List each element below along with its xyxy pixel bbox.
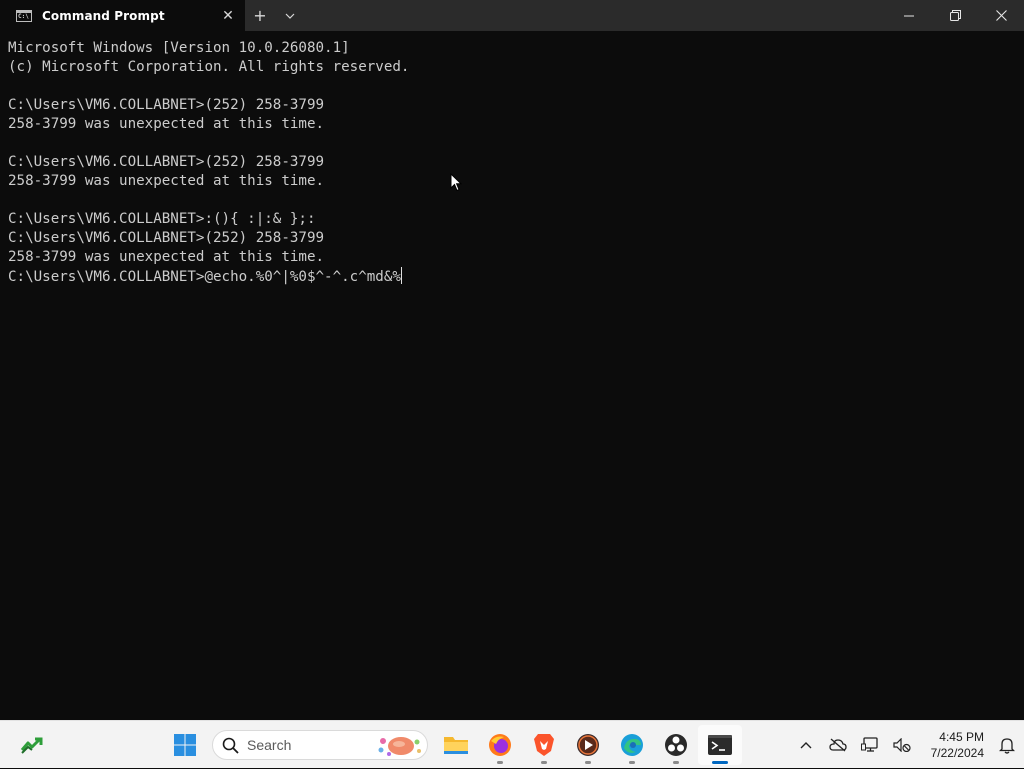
console-output[interactable]: Microsoft Windows [Version 10.0.26080.1]… bbox=[0, 31, 1024, 720]
close-window-button[interactable] bbox=[978, 0, 1024, 31]
console-line: C:\Users\VM6.COLLABNET>(252) 258-3799 bbox=[8, 154, 325, 170]
minimize-button[interactable] bbox=[886, 0, 932, 31]
restore-button[interactable] bbox=[932, 0, 978, 31]
console-line: C:\Users\VM6.COLLABNET>(252) 258-3799 bbox=[8, 97, 325, 113]
console-line: Microsoft Windows [Version 10.0.26080.1] bbox=[8, 40, 350, 56]
obs-icon bbox=[665, 734, 687, 756]
console-line: C:\Users\VM6.COLLABNET>:(){ :|:& };: bbox=[8, 211, 316, 227]
taskbar-app-file-explorer[interactable] bbox=[434, 721, 478, 769]
speaker-muted-icon bbox=[893, 738, 911, 752]
clock[interactable]: 4:45 PM 7/22/2024 bbox=[918, 729, 990, 761]
console-line: C:\Users\VM6.COLLABNET>(252) 258-3799 bbox=[8, 230, 325, 246]
brave-lion-icon bbox=[534, 734, 554, 756]
bell-icon bbox=[999, 737, 1015, 754]
onedrive-button[interactable] bbox=[822, 721, 854, 769]
cmd-icon bbox=[16, 9, 32, 22]
taskbar-search-box[interactable]: Search bbox=[212, 730, 428, 760]
console-line: 258-3799 was unexpected at this time. bbox=[8, 249, 325, 265]
running-indicator bbox=[541, 761, 547, 764]
taskbar-app-firefox[interactable] bbox=[478, 721, 522, 769]
running-indicator bbox=[585, 761, 591, 764]
close-tab-icon[interactable]: ✕ bbox=[213, 0, 243, 31]
start-button[interactable] bbox=[166, 725, 204, 765]
notifications-button[interactable] bbox=[990, 721, 1024, 769]
firefox-icon bbox=[489, 734, 511, 756]
running-indicator bbox=[629, 761, 635, 764]
taskbar-app-edge[interactable] bbox=[610, 721, 654, 769]
taskbar-app-terminal[interactable] bbox=[698, 725, 742, 765]
console-line: (c) Microsoft Corporation. All rights re… bbox=[8, 59, 410, 75]
system-tray: 4:45 PM 7/22/2024 bbox=[790, 721, 1024, 769]
folder-icon bbox=[444, 737, 468, 754]
show-hidden-icons-button[interactable] bbox=[790, 721, 822, 769]
chevron-down-icon bbox=[285, 13, 295, 19]
clock-time: 4:45 PM bbox=[939, 730, 984, 744]
widgets-stock-icon[interactable] bbox=[20, 733, 44, 757]
running-indicator bbox=[673, 761, 679, 764]
title-bar: Command Prompt ✕ + bbox=[0, 0, 1024, 31]
search-icon bbox=[222, 737, 239, 754]
cloud-off-icon bbox=[829, 738, 847, 752]
minimize-icon bbox=[904, 15, 914, 16]
network-button[interactable] bbox=[854, 721, 886, 769]
taskbar-app-obs-studio[interactable] bbox=[654, 721, 698, 769]
console-input-line[interactable]: C:\Users\VM6.COLLABNET>@echo.%0^|%0$^-^.… bbox=[8, 267, 1016, 286]
running-indicator bbox=[497, 761, 503, 764]
tab-command-prompt[interactable]: Command Prompt ✕ bbox=[0, 0, 245, 31]
windows-start-icon bbox=[174, 734, 196, 756]
search-placeholder: Search bbox=[247, 737, 292, 753]
taskbar-app-media-player[interactable] bbox=[566, 721, 610, 769]
tab-title: Command Prompt bbox=[42, 8, 165, 23]
close-icon bbox=[995, 10, 1007, 21]
media-player-icon bbox=[577, 734, 599, 756]
active-indicator bbox=[712, 761, 728, 764]
tab-dropdown-button[interactable] bbox=[275, 0, 305, 31]
volume-button[interactable] bbox=[886, 721, 918, 769]
network-icon bbox=[861, 737, 878, 752]
clock-date: 7/22/2024 bbox=[930, 746, 984, 760]
console-line: 258-3799 was unexpected at this time. bbox=[8, 173, 325, 189]
restore-icon bbox=[949, 10, 961, 21]
search-highlight-art-icon bbox=[378, 737, 421, 756]
console-input-text[interactable]: C:\Users\VM6.COLLABNET>@echo.%0^|%0$^-^.… bbox=[8, 269, 401, 285]
taskbar-app-brave[interactable] bbox=[522, 721, 566, 769]
mouse-pointer-icon bbox=[450, 173, 462, 192]
taskbar: Search 4:45 PM 7/22/2024 bbox=[0, 720, 1024, 768]
text-cursor bbox=[400, 267, 402, 284]
terminal-icon bbox=[708, 735, 732, 755]
chevron-up-icon bbox=[800, 742, 812, 749]
new-tab-button[interactable]: + bbox=[245, 0, 275, 31]
edge-icon bbox=[621, 734, 643, 756]
console-line: 258-3799 was unexpected at this time. bbox=[8, 116, 325, 132]
